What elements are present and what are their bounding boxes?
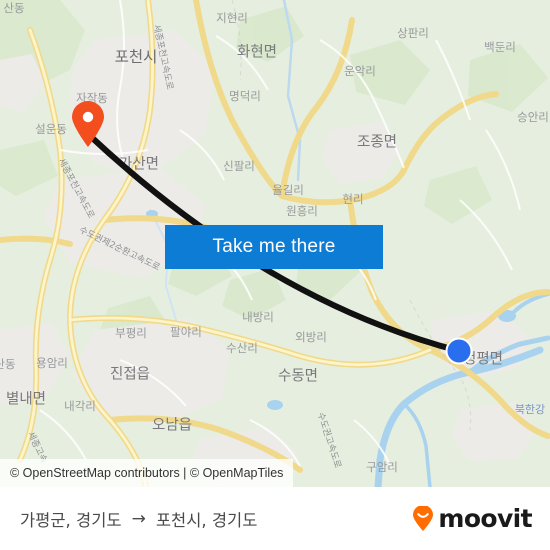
map-pin-icon — [72, 101, 104, 147]
map-attribution: © OpenStreetMap contributors | © OpenMap… — [0, 459, 294, 487]
attribution-text: © OpenStreetMap contributors | © OpenMap… — [10, 466, 284, 480]
moovit-logo: moovit — [410, 504, 533, 533]
moovit-pin-icon — [413, 505, 434, 531]
map-canvas[interactable]: 산동 지현리 상판리 화현면 백둔리 포천시 운악리 명덕리 자작동 승안리 조종면 설운동 가산면 신팔… — [0, 0, 550, 487]
destination-pin[interactable] — [70, 100, 106, 148]
take-me-there-button[interactable]: Take me there — [165, 225, 383, 269]
trip-destination: 포천시, 경기도 — [155, 510, 258, 530]
footer-bar: 가평군, 경기도 → 포천시, 경기도 moovit — [0, 487, 550, 550]
arrow-right-icon: → — [131, 508, 146, 529]
origin-dot[interactable] — [445, 337, 473, 365]
moovit-wordmark: moovit — [438, 504, 532, 533]
trip-summary: 가평군, 경기도 → 포천시, 경기도 — [20, 507, 257, 531]
trip-origin: 가평군, 경기도 — [20, 510, 122, 530]
